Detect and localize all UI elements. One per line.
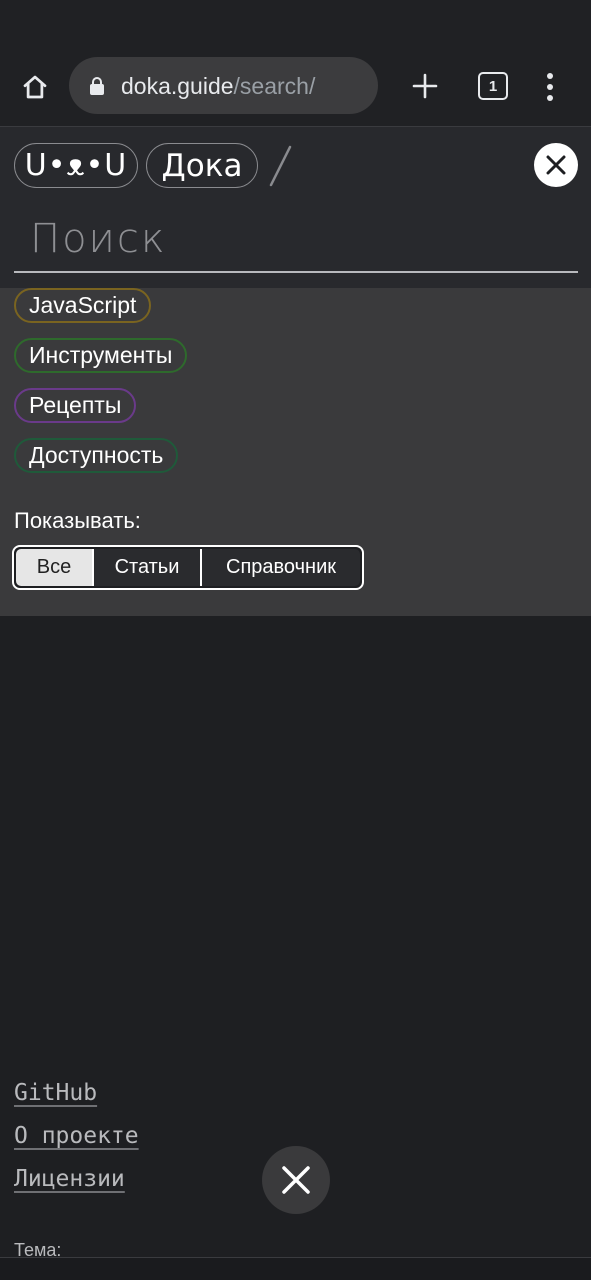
site-name-link[interactable]: Дока [146, 143, 258, 188]
tag-recipes[interactable]: Рецепты [14, 388, 137, 423]
status-bar [0, 0, 591, 48]
more-vert-dot [547, 95, 553, 101]
show-label: Показывать: [14, 508, 141, 533]
footer-link-about[interactable]: О проекте [14, 1123, 139, 1149]
slash-icon [269, 145, 292, 187]
address-bar[interactable]: doka.guide/search/ [69, 57, 378, 114]
search-input[interactable] [14, 207, 578, 273]
close-icon [282, 1166, 310, 1194]
segment-all[interactable]: Все [16, 549, 94, 586]
filter-panel: JavaScript Инструменты Рецепты Доступнос… [0, 288, 591, 616]
tab-count: 1 [488, 77, 498, 95]
tag-accessibility[interactable]: Доступность [14, 438, 179, 473]
url-path: /search/ [233, 73, 316, 99]
browser-toolbar: doka.guide/search/ 1 [0, 48, 591, 126]
logo-link[interactable]: U•ᴥ•U [14, 143, 138, 188]
segment-articles[interactable]: Статьи [94, 549, 202, 586]
new-tab-button[interactable] [405, 66, 445, 106]
close-search-button[interactable] [534, 143, 578, 187]
lock-icon [90, 77, 104, 95]
content-type-switch: Все Статьи Справочник [12, 545, 364, 590]
floating-close-button[interactable] [262, 1146, 330, 1214]
tag-tools[interactable]: Инструменты [14, 338, 188, 373]
plus-icon [412, 73, 438, 99]
close-icon [546, 155, 566, 175]
more-vert-dot [547, 84, 553, 90]
footer-link-github[interactable]: GitHub [14, 1080, 97, 1106]
browser-menu-button[interactable] [538, 68, 562, 106]
site-name: Дока [161, 147, 243, 184]
tag-javascript[interactable]: JavaScript [14, 288, 152, 323]
home-button[interactable] [16, 68, 54, 106]
segment-reference[interactable]: Справочник [202, 549, 360, 586]
site-header: U•ᴥ•U Дока [0, 126, 591, 288]
tab-switcher-button[interactable]: 1 [478, 72, 508, 100]
url-text: doka.guide/search/ [121, 73, 315, 100]
system-nav-bar [0, 1257, 591, 1280]
url-domain: doka.guide [121, 73, 234, 99]
footer-link-licenses[interactable]: Лицензии [14, 1166, 125, 1192]
more-vert-icon [547, 73, 553, 79]
logo-text: U•ᴥ•U [24, 148, 128, 183]
home-icon [23, 75, 47, 99]
